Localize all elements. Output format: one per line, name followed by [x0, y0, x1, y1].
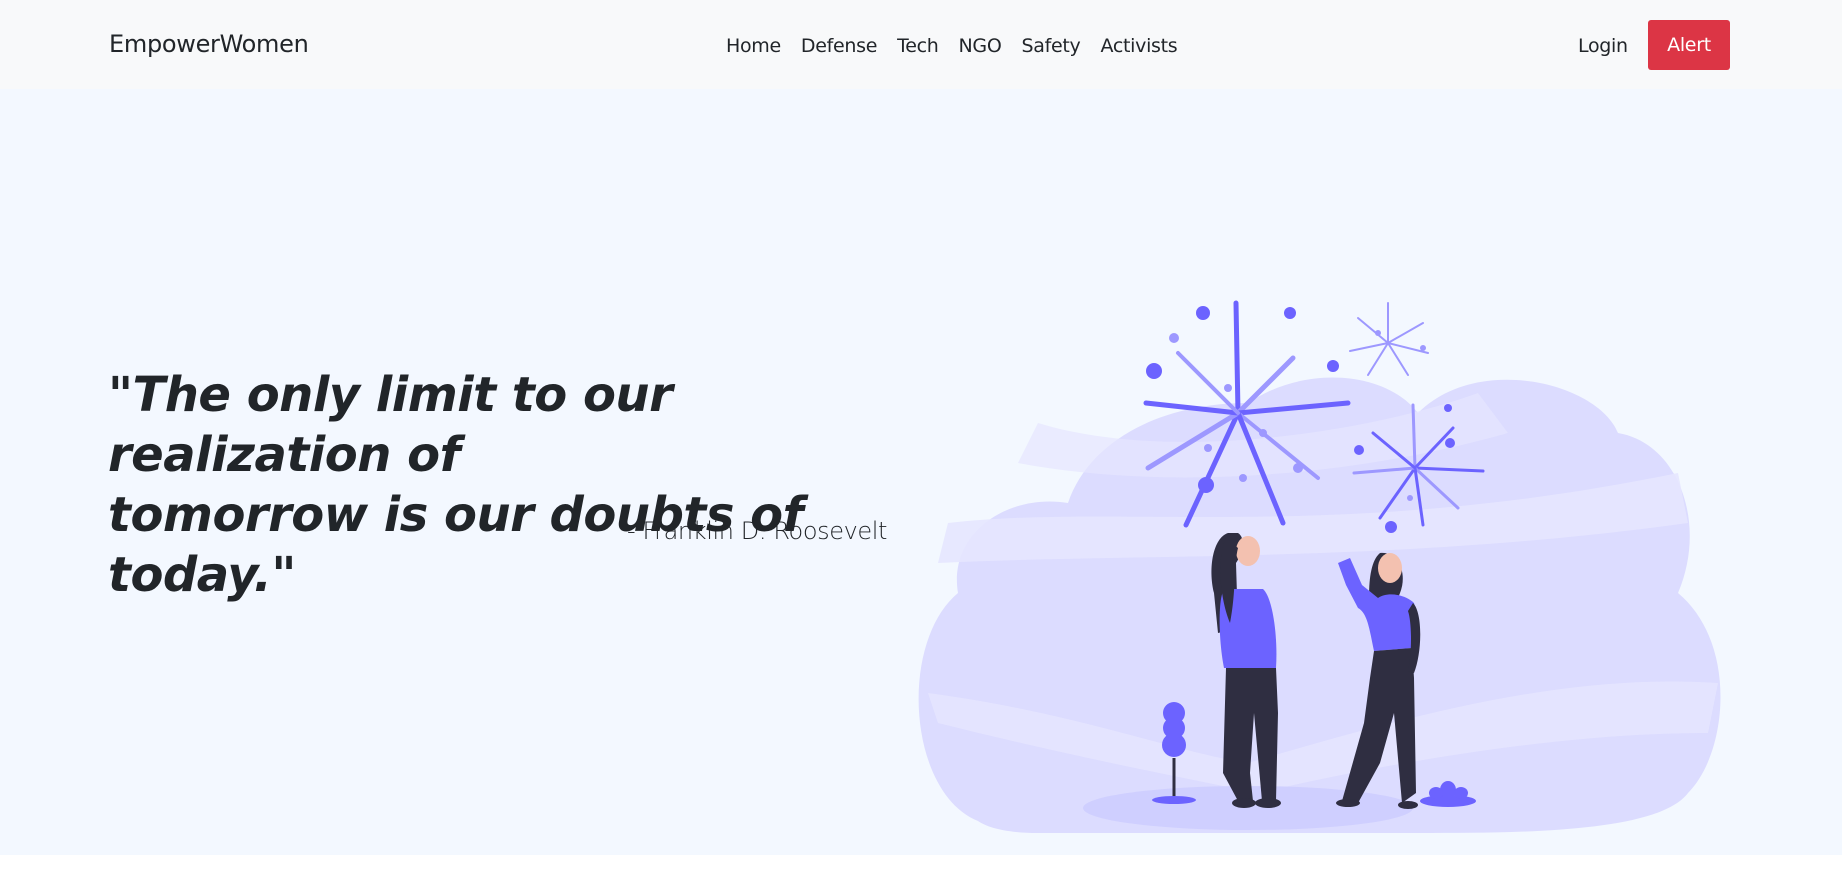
- hero-section: "The only limit to our realization of to…: [0, 89, 1842, 855]
- navbar: EmpowerWomen Home Defense Tech NGO Safet…: [0, 0, 1842, 89]
- page-bottom: [0, 855, 1842, 885]
- nav-link-defense[interactable]: Defense: [791, 34, 887, 58]
- alert-button[interactable]: Alert: [1648, 20, 1730, 70]
- quote-line-2: tomorrow is our doubts of today.": [108, 487, 804, 603]
- hero-quote: "The only limit to our realization of to…: [108, 365, 928, 605]
- nav-link-safety[interactable]: Safety: [1012, 34, 1091, 58]
- nav-link-home[interactable]: Home: [716, 34, 791, 58]
- firework-small-top: [1349, 302, 1429, 376]
- nav-link-ngo[interactable]: NGO: [949, 34, 1012, 58]
- nav-link-activists[interactable]: Activists: [1091, 34, 1188, 58]
- fireworks-illustration: [918, 300, 1721, 833]
- brand-link[interactable]: EmpowerWomen: [109, 30, 309, 58]
- quote-author: - Franklin D. Roosevelt: [627, 517, 888, 545]
- nav-link-tech[interactable]: Tech: [887, 34, 948, 58]
- login-link[interactable]: Login: [1578, 34, 1628, 58]
- quote-line-1: "The only limit to our realization of: [108, 367, 673, 483]
- nav-links: Home Defense Tech NGO Safety Activists: [716, 34, 1187, 58]
